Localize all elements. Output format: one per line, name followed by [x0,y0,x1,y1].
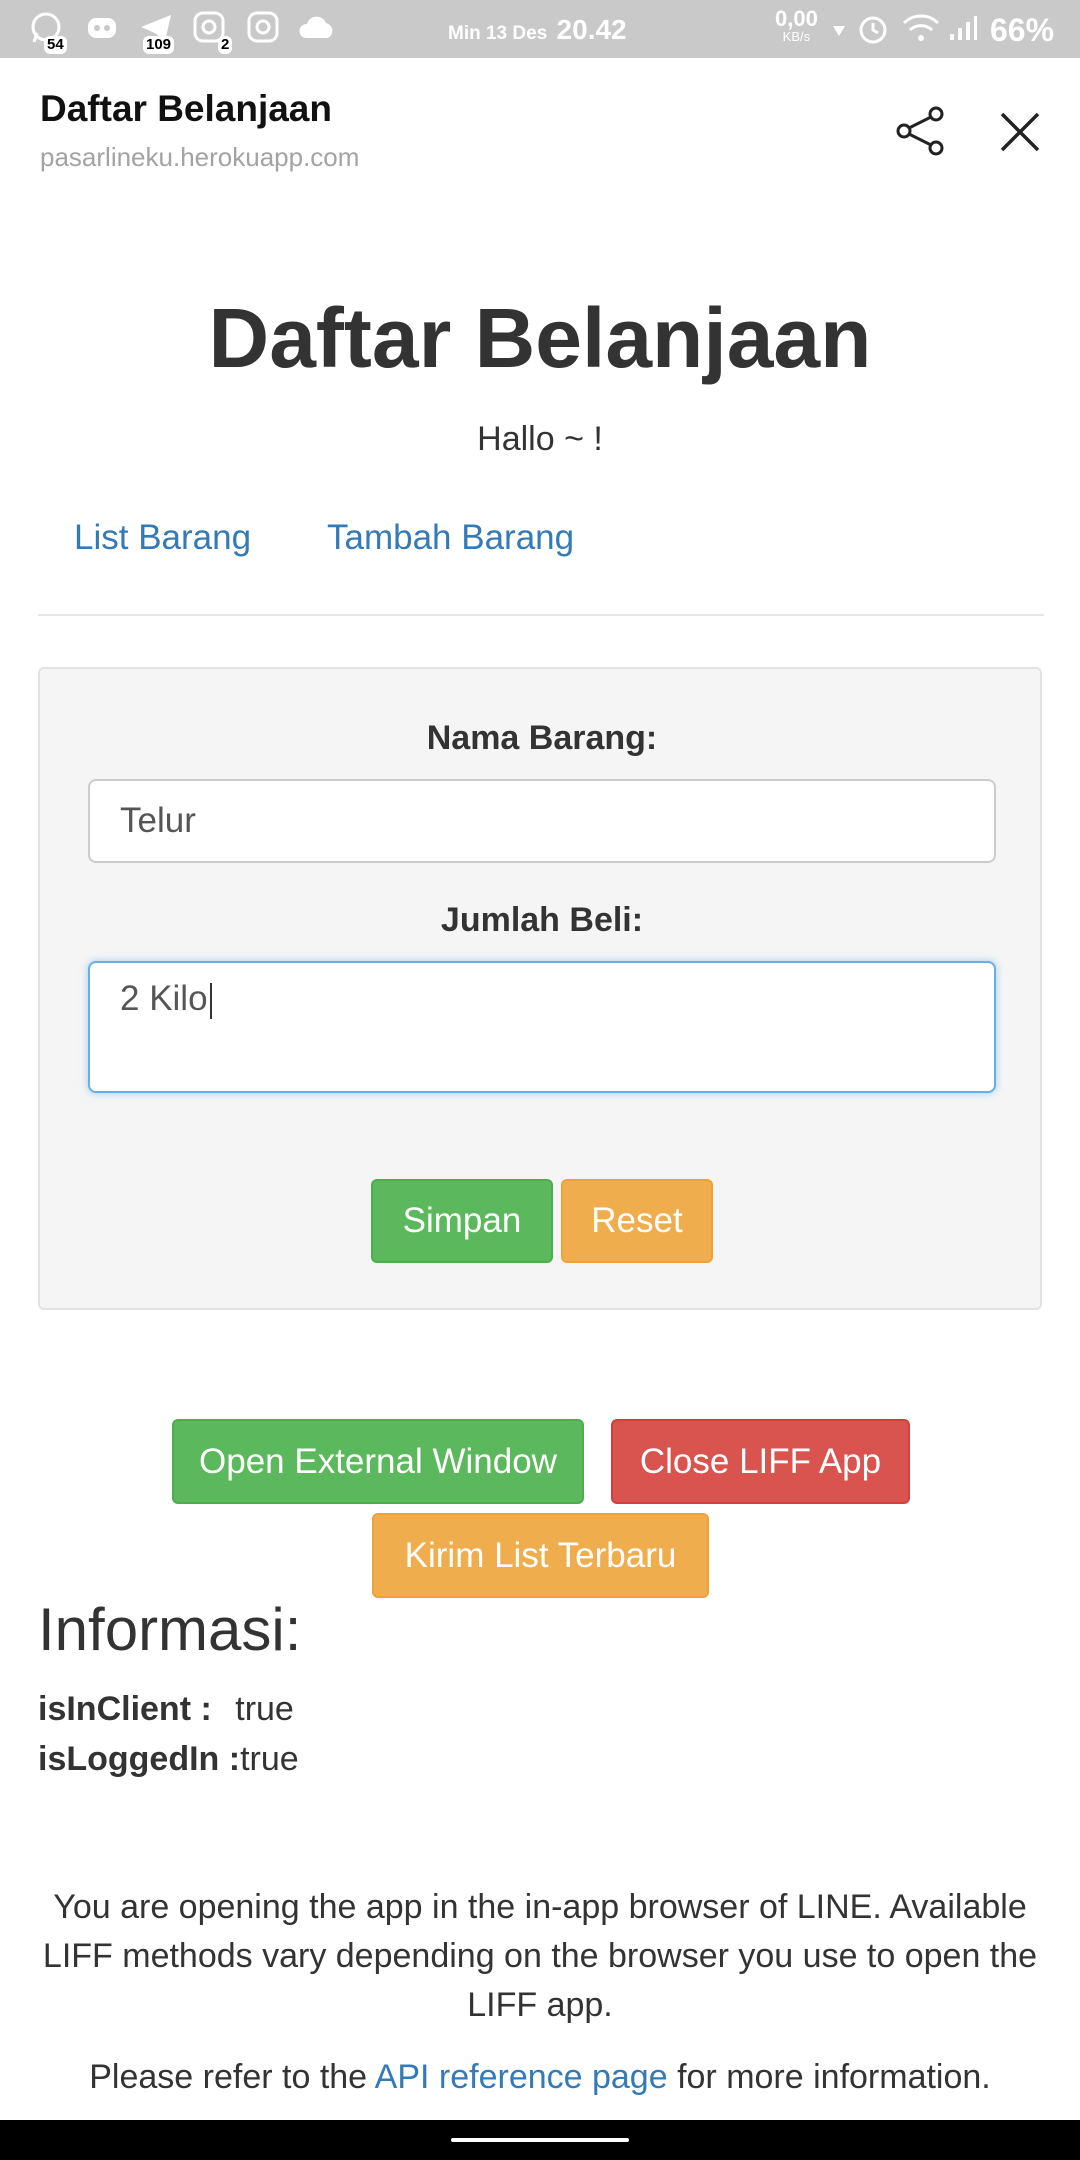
nav-list-barang[interactable]: List Barang [74,518,251,558]
info-heading: Informasi: [38,1596,302,1663]
discord-icon [88,18,116,38]
send-list-button[interactable]: Kirim List Terbaru [372,1513,709,1598]
item-name-label: Nama Barang: [426,719,658,757]
system-nav-bar [0,2120,1080,2160]
info-value: true [235,1690,294,1728]
whatsapp-badge: 54 [44,36,67,54]
open-external-window-button[interactable]: Open External Window [172,1419,584,1504]
page-title: Daftar Belanjaan [208,291,872,385]
instagram-badge: 2 [218,36,233,54]
header-url: pasarlineku.herokuapp.com [40,142,360,172]
item-name-value: Telur [120,801,196,840]
liff-notice: You are opening the app in the in-app br… [42,1888,1038,2024]
text-cursor [209,982,212,1019]
info-value: true [240,1740,299,1778]
info-key: isInClient : [38,1690,212,1728]
battery-level: 66% [990,12,1055,48]
api-reference-note: Please refer to the API reference page f… [30,2053,1050,2102]
reset-button[interactable]: Reset [561,1179,713,1263]
status-bar: 54 109 2 Min 13 Des 20.42 0,00 KB/s 66% [0,0,1080,58]
api-reference-link[interactable]: API reference page [375,2058,668,2096]
quantity-value: 2 Kilo [120,979,208,1018]
signal-icon [950,16,977,40]
data-arrow-icon [833,26,845,36]
divider [38,614,1044,616]
nav-tambah-barang[interactable]: Tambah Barang [327,518,574,558]
telegram-badge: 109 [143,36,175,54]
share-icon[interactable] [890,100,952,162]
net-speed: 0,00 KB/s [775,8,818,46]
info-key: isLoggedIn : [38,1740,241,1778]
quantity-label: Jumlah Beli: [440,901,644,939]
add-item-form: Nama Barang: Telur Jumlah Beli: 2 Kilo S… [38,667,1042,1310]
status-clock: Min 13 Des 20.42 [448,14,627,46]
close-icon[interactable] [990,102,1050,162]
header-title: Daftar Belanjaan [40,88,332,129]
alarm-icon [859,16,887,44]
info-row-isloggedin: isLoggedIn :true [38,1740,299,1779]
status-time: 20.42 [556,14,627,45]
wifi-icon [902,14,940,41]
close-liff-button[interactable]: Close LIFF App [611,1419,910,1504]
home-indicator[interactable] [451,2138,629,2142]
item-name-input[interactable]: Telur [88,779,996,863]
app-header: Daftar Belanjaan pasarlineku.herokuapp.c… [0,58,1080,198]
save-button[interactable]: Simpan [371,1179,553,1263]
refer-prefix: Please refer to the [89,2058,368,2096]
status-date: Min 13 Des [448,23,548,44]
quantity-textarea[interactable]: 2 Kilo [88,961,996,1093]
cloud-icon [299,16,333,38]
refer-suffix: for more information. [677,2058,991,2096]
greeting-text: Hallo ~ ! [477,420,603,458]
instagram-icon [247,11,279,43]
info-row-isinclient: isInClient : true [38,1690,294,1729]
